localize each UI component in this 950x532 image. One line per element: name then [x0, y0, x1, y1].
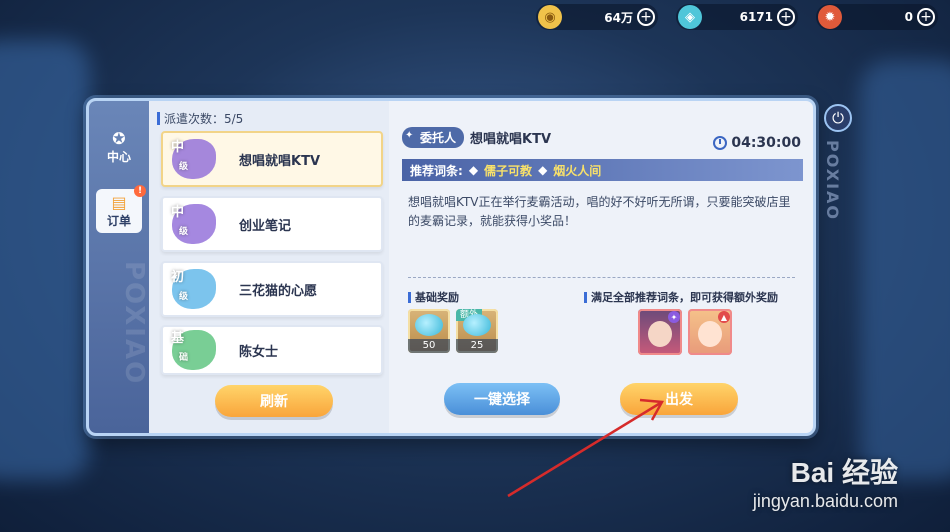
watermark-brand: Bai 经验: [790, 457, 898, 488]
watermark-url: jingyan.baidu.com: [752, 491, 898, 511]
watermark: Bai 经验 jingyan.baidu.com: [753, 451, 898, 512]
arrow-shaft: [507, 400, 663, 498]
